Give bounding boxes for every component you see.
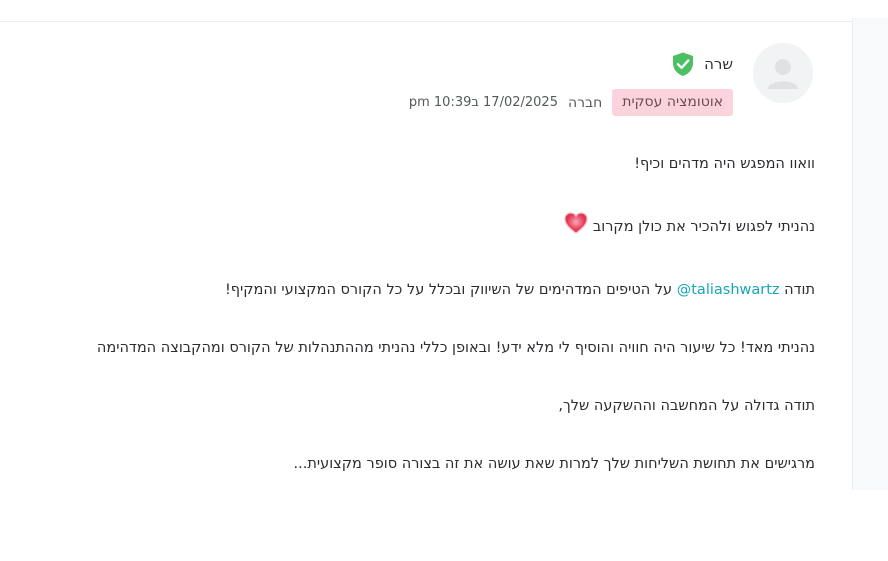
paragraph-3: תודה @taliashwartz על הטיפים המדהימים של…: [15, 278, 815, 302]
author-row: שרה: [670, 51, 733, 77]
user-mention-link[interactable]: @taliashwartz: [677, 282, 780, 298]
paragraph-2: נהניתי לפגוש ולהכיר את כולן מקרוב: [15, 210, 815, 244]
paragraph-3-end: על הטיפים המדהימים של השיווק ובכלל על כל…: [224, 282, 677, 298]
avatar[interactable]: [753, 43, 813, 103]
heart-icon: [563, 210, 589, 244]
page: שרה אוטומציה עסקית חברה 17/02/2025 ב10:3…: [0, 0, 888, 561]
paragraph-4: נהניתי מאד! כל שיעור היה חוויה והוסיף לי…: [96, 340, 815, 356]
side-panel: [852, 18, 888, 490]
post-content: וואוו המפגש היה מדהים וכיף! נהניתי לפגוש…: [15, 152, 815, 510]
category-tag[interactable]: אוטומציה עסקית: [612, 89, 733, 116]
paragraph-3-start: תודה: [779, 282, 815, 298]
paragraph-1: וואוו המפגש היה מדהים וכיף!: [634, 156, 815, 172]
post-date: 17/02/2025 ב10:39 pm: [408, 95, 558, 110]
shield-check-icon: [670, 51, 696, 77]
paragraph-5: תודה גדולה על המחשבה וההשקעה שלך,: [558, 398, 815, 414]
member-role: חברה: [567, 94, 603, 111]
user-avatar-icon: [753, 43, 813, 103]
post-meta: אוטומציה עסקית חברה 17/02/2025 ב10:39 pm: [409, 89, 733, 116]
paragraph-6: מרגישים את תחושת השליחות שלך למרות שאת ע…: [293, 456, 815, 472]
author-name[interactable]: שרה: [704, 55, 733, 73]
post-card: שרה אוטומציה עסקית חברה 17/02/2025 ב10:3…: [0, 22, 852, 482]
paragraph-2-text: נהניתי לפגוש ולהכיר את כולן מקרוב: [592, 219, 815, 235]
